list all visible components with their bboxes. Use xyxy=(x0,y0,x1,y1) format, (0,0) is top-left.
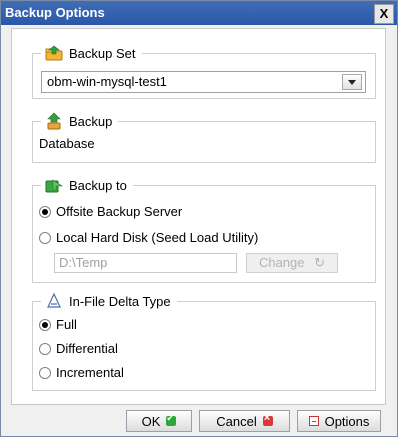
options-button[interactable]: Options xyxy=(297,410,381,432)
local-hard-disk-option[interactable]: Local Hard Disk (Seed Load Utility) xyxy=(39,230,258,245)
delta-type-label: In-File Delta Type xyxy=(69,293,171,309)
backup-legend: Backup xyxy=(41,112,119,130)
delta-type-group: In-File Delta Type Full Differential Inc… xyxy=(32,292,376,391)
delta-incremental-option[interactable]: Incremental xyxy=(39,365,124,380)
cancel-label: Cancel xyxy=(216,413,257,429)
backup-label: Backup xyxy=(69,113,113,129)
refresh-icon: ↻ xyxy=(314,255,326,270)
minus-icon xyxy=(308,416,319,426)
full-radio[interactable] xyxy=(39,318,51,331)
backup-set-group: Backup Set obm-win-mysql-test1 xyxy=(32,44,376,99)
backup-icon xyxy=(47,112,61,130)
incremental-radio[interactable] xyxy=(39,366,51,379)
local-disk-radio[interactable] xyxy=(39,231,51,244)
local-path-field[interactable]: D:\Temp xyxy=(54,253,237,273)
title-bar: Backup Options X xyxy=(1,1,397,25)
check-icon xyxy=(166,413,177,426)
offsite-label: Offsite Backup Server xyxy=(56,204,183,219)
delta-type-legend: In-File Delta Type xyxy=(41,292,177,310)
differential-radio[interactable] xyxy=(39,342,51,355)
full-label: Full xyxy=(56,317,77,332)
delta-full-option[interactable]: Full xyxy=(39,317,77,332)
delta-type-icon xyxy=(47,292,61,308)
backup-to-label: Backup to xyxy=(69,177,127,193)
backup-set-dropdown[interactable]: obm-win-mysql-test1 xyxy=(41,71,366,93)
backup-to-group: Backup to Offsite Backup Server Local Ha… xyxy=(32,176,376,283)
chevron-down-icon[interactable] xyxy=(342,74,362,90)
backup-set-label: Backup Set xyxy=(69,45,136,61)
close-icon xyxy=(262,412,273,426)
backup-options-dialog: Backup Options X Backup Set obm-win-mysq… xyxy=(0,0,398,437)
offsite-radio[interactable] xyxy=(39,205,51,218)
close-button[interactable]: X xyxy=(374,4,394,24)
cancel-button[interactable]: Cancel xyxy=(199,410,290,432)
local-disk-label: Local Hard Disk (Seed Load Utility) xyxy=(56,230,259,245)
change-label: Change xyxy=(258,255,305,270)
backup-group: Backup Database xyxy=(32,112,376,163)
backup-destination-icon xyxy=(45,179,63,193)
offsite-backup-server-option[interactable]: Offsite Backup Server xyxy=(39,204,182,219)
backup-to-legend: Backup to xyxy=(41,176,133,194)
backup-set-legend: Backup Set xyxy=(41,44,142,62)
options-panel: Backup Set obm-win-mysql-test1 Backup Da… xyxy=(11,28,386,405)
ok-label: OK xyxy=(141,413,161,429)
ok-button[interactable]: OK xyxy=(126,410,192,432)
backup-type-value: Database xyxy=(39,136,95,151)
change-path-button[interactable]: Change ↻ xyxy=(246,253,338,273)
incremental-label: Incremental xyxy=(56,365,124,380)
options-label: Options xyxy=(324,413,370,429)
dialog-title: Backup Options xyxy=(5,5,105,20)
differential-label: Differential xyxy=(56,341,118,356)
backup-set-selected-value: obm-win-mysql-test1 xyxy=(47,74,167,89)
delta-differential-option[interactable]: Differential xyxy=(39,341,118,356)
backup-set-icon xyxy=(45,45,63,61)
